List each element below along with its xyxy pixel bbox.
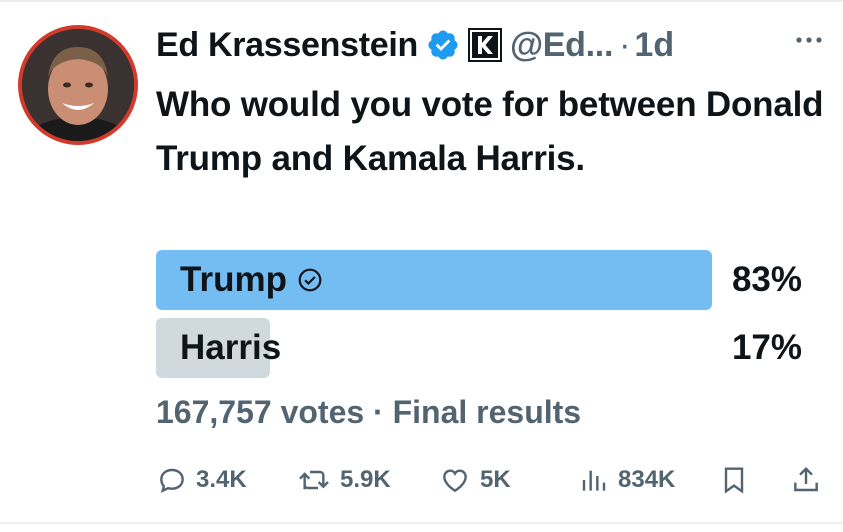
author-handle[interactable]: @Ed... [510, 26, 613, 65]
tweet-card[interactable]: Ed Krassenstein @Ed... · 1d Who would yo… [0, 0, 843, 532]
like-button[interactable]: 5K [438, 458, 511, 502]
verified-badge-icon [428, 30, 458, 60]
winner-check-icon [298, 268, 322, 292]
repost-icon [299, 470, 329, 490]
share-icon [794, 466, 818, 492]
poll-option-percent: 17% [731, 328, 802, 367]
separator: · [619, 25, 631, 64]
divider [0, 0, 843, 2]
views-button[interactable]: 834K [578, 458, 675, 502]
bookmark-button[interactable] [718, 458, 758, 502]
poll-option-text: Trump [180, 260, 287, 299]
poll-summary: 167,757 votes · Final results [156, 394, 581, 431]
poll-option-harris: Harris 17% [156, 318, 806, 378]
reply-button[interactable]: 3.4K [156, 458, 247, 502]
more-options-icon[interactable] [792, 30, 826, 50]
author-name[interactable]: Ed Krassenstein [156, 26, 418, 65]
views-count: 834K [618, 466, 676, 493]
separator: · [373, 394, 384, 430]
reply-icon [160, 468, 184, 493]
timestamp[interactable]: 1d [634, 26, 674, 65]
poll-status: Final results [392, 394, 582, 430]
action-bar: 3.4K 5.9K 5K 834K [156, 458, 826, 502]
like-icon [443, 469, 467, 493]
like-count: 5K [480, 466, 511, 493]
avatar-photo [22, 29, 134, 141]
poll-vote-count: 167,757 votes [156, 394, 365, 430]
poll-option-label: Trump [180, 258, 323, 302]
repost-count: 5.9K [340, 466, 391, 493]
divider [0, 522, 843, 524]
tweet-text: Who would you vote for between Donald Tr… [156, 85, 824, 178]
share-button[interactable] [790, 458, 830, 502]
avatar[interactable] [18, 25, 138, 145]
poll-option-label: Harris [180, 326, 281, 370]
affiliate-logo-icon[interactable] [467, 28, 502, 62]
poll-option-trump: Trump 83% [156, 250, 806, 310]
repost-button[interactable]: 5.9K [296, 458, 391, 502]
reply-count: 3.4K [196, 466, 247, 493]
views-icon [582, 470, 606, 491]
poll-option-percent: 83% [731, 260, 802, 299]
poll-option-text: Harris [180, 328, 282, 367]
tweet-header: Ed Krassenstein @Ed... · 1d [156, 22, 674, 68]
bookmark-icon [724, 467, 744, 494]
